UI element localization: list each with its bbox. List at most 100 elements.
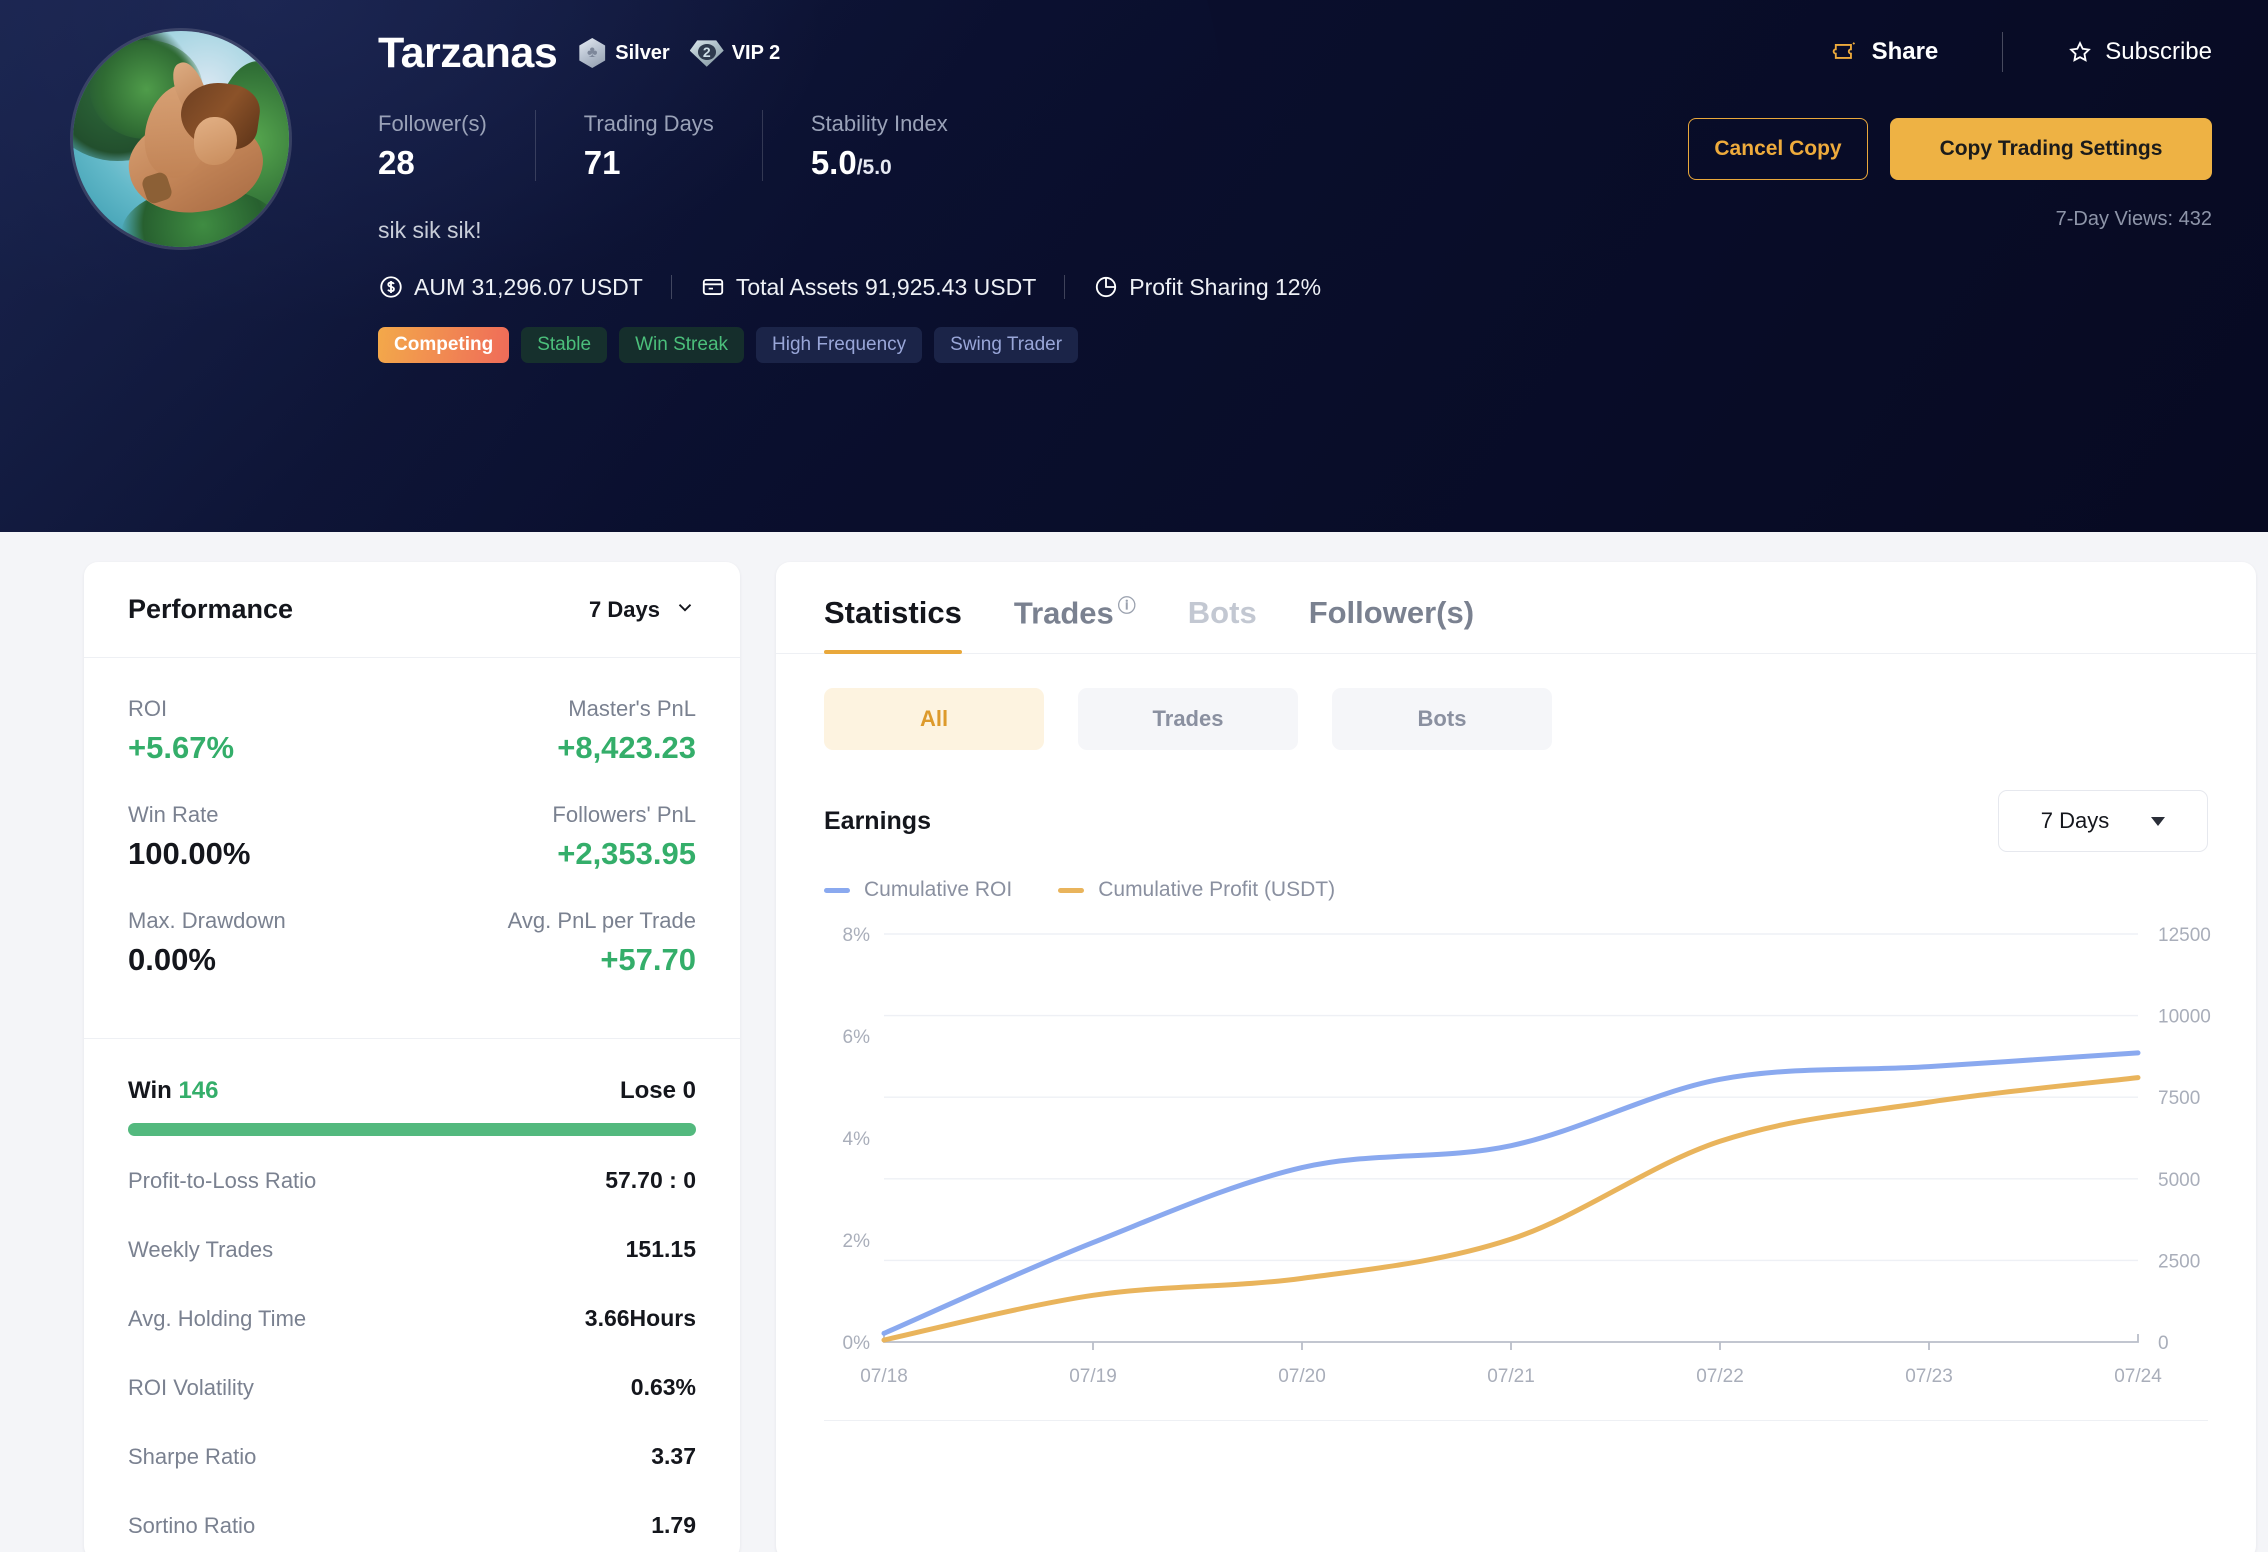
svg-text:07/23: 07/23 [1905,1366,1953,1387]
win-lose-section: Win 146 Lose 0 [84,1038,740,1136]
kpi-value: +57.70 [600,942,696,977]
stat-stability-index: Stability Index 5.0/5.0 [761,110,996,181]
table-row: ROI Volatility 0.63% [128,1353,696,1422]
table-row: Profit-to-Loss Ratio 57.70 : 0 [128,1146,696,1215]
row-label: Sharpe Ratio [128,1443,257,1469]
tag-stable: Stable [521,326,608,363]
kpi-label: Master's PnL [568,696,696,721]
row-value: 0.63% [630,1374,696,1400]
profile-meta-row: AUM 31,296.07 USDT Total Assets 91,925.4… [378,274,2268,301]
segment-all[interactable]: All [824,688,1044,750]
meta-total-assets: Total Assets 91,925.43 USDT [700,274,1036,301]
stat-value: 28 [378,143,415,181]
dollar-circle-icon [378,274,404,300]
profile-tags: Competing Stable Win Streak High Frequen… [378,326,2268,363]
row-value: 57.70 : 0 [605,1167,696,1193]
table-row: Sharpe Ratio 3.37 [128,1422,696,1491]
share-label: Share [1871,38,1939,65]
help-icon[interactable]: ⓘ [1118,596,1136,616]
table-row: Sortino Ratio 1.79 [128,1491,696,1552]
meta-profit-sharing-text: Profit Sharing 12% [1129,273,1322,300]
earnings-chart: 0% 2% 4% 6% 8% 0 2500 5000 7500 10000 12500 07/18 07… [776,902,2256,1412]
svg-text:07/21: 07/21 [1487,1366,1535,1387]
profile-hero-header: Tarzanas ♣ Silver 2 VIP 2 Follower(s) 28 [0,0,2268,532]
chevron-down-icon [674,596,696,624]
tab-statistics[interactable]: Statistics [824,595,962,654]
svg-text:0: 0 [2158,1333,2169,1354]
kpi-value: +2,353.95 [557,836,696,871]
segment-trades[interactable]: Trades [1078,688,1298,750]
performance-period-selector[interactable]: 7 Days [589,596,696,624]
pie-chart-icon [1093,274,1119,300]
performance-detail-rows: Profit-to-Loss Ratio 57.70 : 0 Weekly Tr… [84,1136,740,1552]
tab-bots[interactable]: Bots [1188,595,1257,653]
kpi-value: 0.00% [128,942,216,977]
performance-period-label: 7 Days [589,596,660,622]
tab-trades-label: Trades [1013,595,1114,630]
cancel-copy-button[interactable]: Cancel Copy [1688,118,1868,180]
tag-win-streak: Win Streak [619,326,745,363]
segment-bots[interactable]: Bots [1332,688,1552,750]
subscribe-button[interactable]: Subscribe [2067,38,2212,66]
tab-trades[interactable]: Trades ⓘ [1014,592,1136,653]
svg-text:8%: 8% [843,925,871,946]
earnings-title: Earnings [824,806,931,835]
row-label: Profit-to-Loss Ratio [128,1167,317,1193]
row-value: 1.79 [651,1512,696,1538]
svg-text:07/18: 07/18 [860,1366,908,1387]
svg-text:07/19: 07/19 [1069,1366,1117,1387]
svg-text:07/20: 07/20 [1278,1366,1326,1387]
kpi-label: Avg. PnL per Trade [507,908,696,933]
win-lose-progress-bar [128,1123,696,1136]
earnings-period-dropdown[interactable]: 7 Days [1998,790,2208,852]
stat-trading-days: Trading Days 71 [534,110,762,181]
performance-title: Performance [128,594,294,624]
lose-label: Lose 0 [619,1077,696,1104]
caret-down-icon [2151,816,2166,826]
svg-text:4%: 4% [843,1129,871,1150]
star-icon [2067,39,2093,65]
win-label: Win [128,1077,172,1104]
kpi-avg-pnl-per-trade: Avg. PnL per Trade +57.70 [328,908,696,978]
wallet-icon [700,274,726,300]
kpi-roi: ROI +5.67% [128,696,328,766]
row-label: Avg. Holding Time [128,1305,307,1331]
meta-total-assets-text: Total Assets 91,925.43 USDT [735,273,1037,300]
performance-header: Performance 7 Days [84,562,740,658]
svg-text:07/24: 07/24 [2114,1366,2162,1387]
kpi-label: Win Rate [128,802,219,827]
svg-text:10000: 10000 [2158,1007,2211,1028]
svg-text:6%: 6% [843,1027,871,1048]
kpi-value: 100.00% [128,836,251,871]
legend-item-cumulative-roi[interactable]: Cumulative ROI [824,878,1012,902]
kpi-max-drawdown: Max. Drawdown 0.00% [128,908,328,978]
vip-badge: 2 VIP 2 [689,38,780,68]
stat-value: 71 [583,143,621,181]
tag-competing: Competing [378,326,510,363]
svg-text:07/22: 07/22 [1696,1366,1744,1387]
stat-label: Stability Index [810,111,948,136]
page-body: Performance 7 Days ROI +5.67% Master's P… [0,532,2268,1552]
performance-card: Performance 7 Days ROI +5.67% Master's P… [84,562,740,1552]
earnings-header: Earnings 7 Days [776,750,2256,852]
row-value: 3.37 [651,1443,696,1469]
tier-badge-label: Silver [615,41,670,64]
svg-text:2500: 2500 [2158,1251,2200,1272]
meta-divider [670,275,672,300]
win-count: 146 [178,1077,219,1104]
row-label: ROI Volatility [128,1374,254,1400]
chart-legend: Cumulative ROI Cumulative Profit (USDT) [776,852,2256,902]
stat-label: Trading Days [583,111,714,136]
diamond-icon: 2 [689,38,724,68]
kpi-value: +8,423.23 [557,730,696,765]
kpi-followers-pnl: Followers' PnL +2,353.95 [328,802,696,872]
svg-text:2%: 2% [843,1231,871,1252]
copy-trading-settings-button[interactable]: Copy Trading Settings [1890,118,2212,180]
seven-day-views: 7-Day Views: 432 [2055,208,2212,230]
share-button[interactable]: Share [1832,38,1939,66]
tab-followers[interactable]: Follower(s) [1309,595,1474,653]
legend-item-cumulative-profit[interactable]: Cumulative Profit (USDT) [1058,878,1335,902]
earnings-chart-svg: 0% 2% 4% 6% 8% 0 2500 5000 7500 10000 12500 07/18 07… [843,925,2211,1387]
kpi-win-rate: Win Rate 100.00% [128,802,328,872]
meta-aum: AUM 31,296.07 USDT [378,274,643,301]
